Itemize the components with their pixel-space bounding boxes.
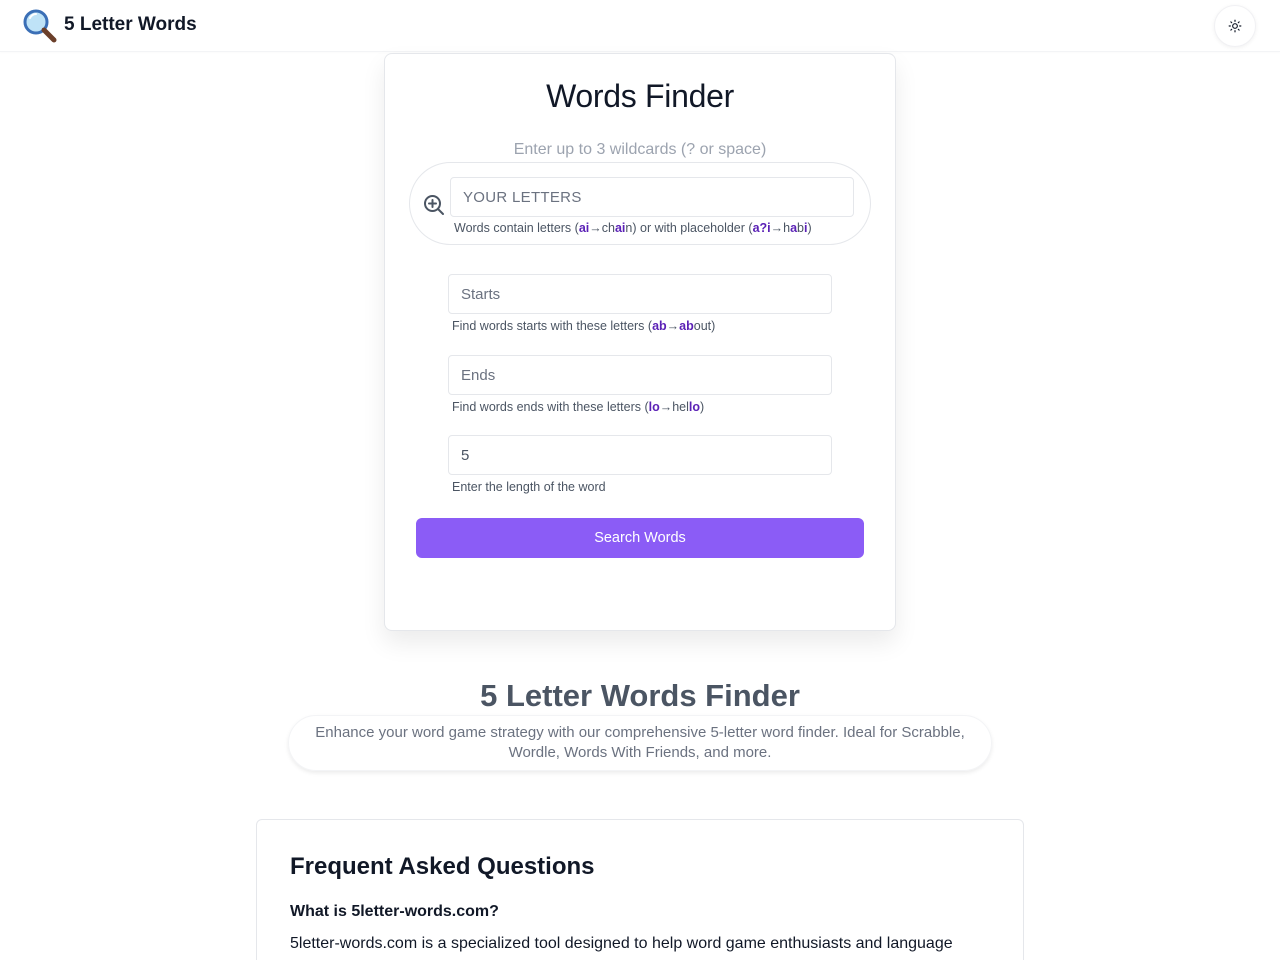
- letters-help-text: Words contain letters (ai→chain) or with…: [454, 221, 812, 235]
- zoom-in-icon[interactable]: [422, 193, 446, 217]
- words-finder-card: Words Finder Enter up to 3 wildcards (? …: [384, 53, 896, 631]
- faq-question: What is 5letter-words.com?: [290, 903, 499, 920]
- ends-input[interactable]: [448, 355, 832, 395]
- site-title-link[interactable]: 5 Letter Words: [64, 14, 197, 36]
- length-input[interactable]: [448, 435, 832, 475]
- section-description: Enhance your word game strategy with our…: [288, 715, 992, 771]
- starts-input[interactable]: [448, 274, 832, 314]
- sun-icon: [1228, 19, 1242, 33]
- faq-answer: 5letter-words.com is a specialized tool …: [290, 935, 953, 952]
- starts-help-text: Find words starts with these letters (ab…: [452, 319, 716, 333]
- finder-title: Words Finder: [546, 78, 734, 114]
- theme-toggle-button[interactable]: [1214, 5, 1256, 47]
- section-title: 5 Letter Words Finder: [480, 678, 800, 713]
- wildcard-hint: Enter up to 3 wildcards (? or space): [513, 141, 767, 158]
- ends-help-text: Find words ends with these letters (lo→h…: [452, 400, 705, 414]
- site-header: 5 Letter Words: [0, 0, 1280, 52]
- magnifier-icon[interactable]: [22, 8, 58, 44]
- length-help-text: Enter the length of the word: [452, 480, 606, 494]
- search-words-button[interactable]: Search Words: [416, 518, 864, 558]
- faq-title: Frequent Asked Questions: [290, 853, 595, 880]
- letters-input[interactable]: [450, 177, 854, 217]
- letters-search-box: Words contain letters (ai→chain) or with…: [409, 162, 871, 245]
- faq-section: Frequent Asked Questions What is 5letter…: [256, 819, 1024, 960]
